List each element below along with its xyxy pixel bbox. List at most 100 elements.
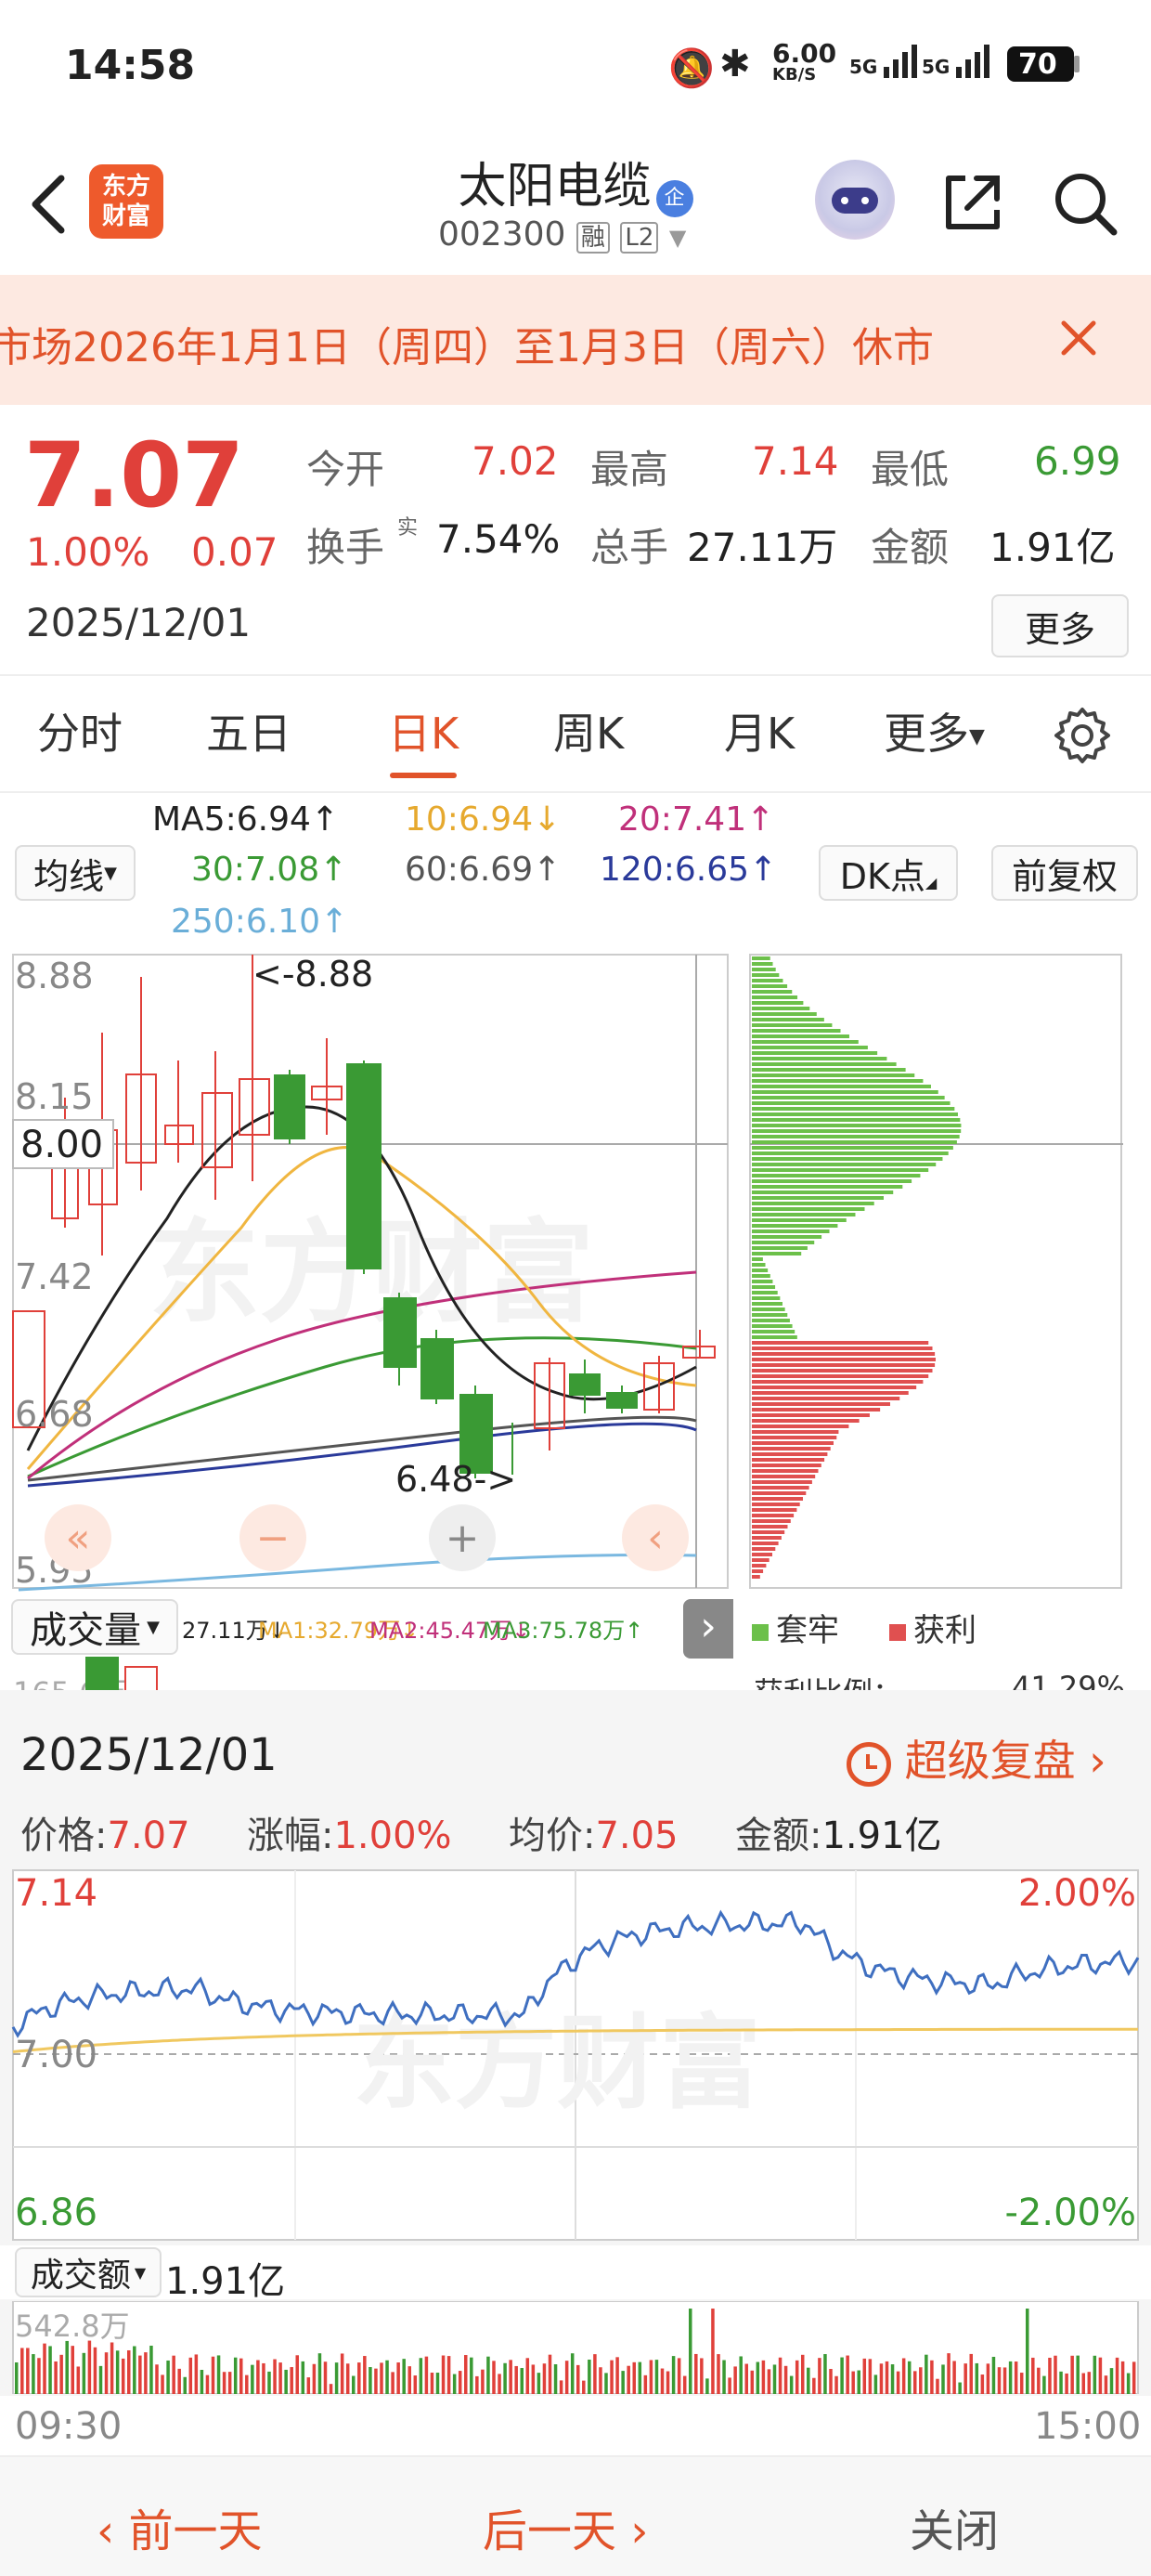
ma30-value: 30:7.08↑ xyxy=(191,851,348,889)
chip-bar xyxy=(752,1090,938,1094)
price-axis-label: 8.88 xyxy=(15,956,94,996)
back-button[interactable] xyxy=(20,167,76,241)
chip-bar xyxy=(752,1441,834,1445)
kline-chart[interactable]: 东方财富 8.88 8.15 7.42 6.68 5.95 8.00 <-8.8… xyxy=(0,949,743,1599)
amount-bar xyxy=(925,2354,928,2394)
expand-panel-button[interactable]: › xyxy=(683,1599,733,1659)
amount-bar xyxy=(564,2361,569,2394)
chip-bar xyxy=(752,1001,804,1005)
corner-triangle-icon: ◢ xyxy=(925,874,938,891)
tab-monthly-k[interactable]: 月K xyxy=(724,700,795,761)
amount-bar xyxy=(391,2372,394,2394)
amount-bar xyxy=(700,2358,704,2394)
amount-bar xyxy=(267,2371,271,2394)
legend-profit: 获利 xyxy=(889,1605,976,1650)
chip-bar xyxy=(752,1425,849,1428)
chip-bar xyxy=(752,1163,937,1166)
more-button[interactable]: 更多 xyxy=(991,594,1129,657)
amount-bar xyxy=(1059,2371,1063,2394)
replay-price: 7.07 xyxy=(107,1815,190,1857)
amount-bar xyxy=(352,2375,356,2394)
stock-title[interactable]: 太阳电缆 企 xyxy=(390,147,761,217)
prev-day-button[interactable]: ‹ 前一天 xyxy=(97,2494,262,2559)
eastmoney-logo[interactable]: 东方 财富 xyxy=(89,164,163,239)
chip-bar xyxy=(752,984,788,988)
scroll-left-button[interactable]: ‹ xyxy=(622,1504,689,1571)
amount-bar xyxy=(789,2375,794,2394)
next-day-button[interactable]: 后一天 › xyxy=(483,2494,648,2559)
crosshair-price: 8.00 xyxy=(20,1124,103,1166)
amount-indicator-select[interactable]: 成交额 ▼ xyxy=(15,2247,162,2297)
high-label: 最高 xyxy=(590,447,669,492)
replay-amount: 1.91亿 xyxy=(821,1815,942,1857)
amount-bar xyxy=(369,2367,372,2394)
ma10-value: 10:6.94↓ xyxy=(405,800,562,839)
ma-bar: MA5:6.94↑ 10:6.94↓ 20:7.41↑ 30:7.08↑ 60:… xyxy=(0,793,1151,949)
tab-weekly-k[interactable]: 周K xyxy=(553,700,624,761)
stock-code-row[interactable]: 002300 融 L2 ▼ xyxy=(438,215,686,254)
amount-bar xyxy=(548,2354,552,2394)
zoom-in-button[interactable]: + xyxy=(429,1504,496,1571)
amount-bar xyxy=(778,2357,782,2394)
scroll-left-fast-button[interactable]: « xyxy=(45,1504,111,1571)
low-label: 最低 xyxy=(871,447,950,492)
amount-bar xyxy=(936,2378,939,2394)
amount-bar xyxy=(194,2354,199,2394)
zoom-out-button[interactable]: − xyxy=(239,1504,306,1571)
intraday-amount-bars: 542.8万 xyxy=(12,2301,1139,2394)
chip-bar xyxy=(752,1073,915,1077)
amount-label: 金额 xyxy=(871,525,950,570)
chip-bar xyxy=(752,1374,929,1378)
indicator-select[interactable]: 均线 ▼ xyxy=(15,845,136,901)
robot-assistant-icon[interactable] xyxy=(815,160,895,240)
amount-bar xyxy=(694,2353,698,2394)
notice-bar[interactable]: 市场2026年1月1日（周四）至1月3日（周六）休市 xyxy=(0,275,1151,405)
search-icon[interactable] xyxy=(1049,167,1123,241)
amount-bar xyxy=(689,2309,692,2394)
amount-bar xyxy=(239,2358,243,2394)
amount-bar xyxy=(413,2375,418,2394)
super-replay-link[interactable]: 超级复盘 › xyxy=(847,1727,1106,1789)
amount-bar xyxy=(172,2355,175,2394)
tab-daily-k[interactable]: 日K xyxy=(388,700,459,761)
amount-bar xyxy=(733,2366,737,2394)
chip-bar xyxy=(752,968,776,971)
chip-bar xyxy=(752,1151,949,1155)
chevron-right-icon: › xyxy=(1089,1736,1106,1786)
amount-bar xyxy=(385,2360,389,2394)
amount-bar xyxy=(801,2354,805,2394)
chip-bar xyxy=(752,1229,830,1233)
settings-gear-icon[interactable] xyxy=(1053,706,1112,765)
close-notice-button[interactable] xyxy=(1051,310,1106,366)
chip-bar xyxy=(752,1491,807,1495)
amount-bar xyxy=(245,2374,249,2394)
chevron-right-icon: › xyxy=(616,2505,649,2557)
chip-bar xyxy=(752,1274,770,1278)
chip-bar xyxy=(752,1107,955,1111)
tab-five-day[interactable]: 五日 xyxy=(206,700,291,761)
close-button[interactable]: 关闭 xyxy=(910,2494,999,2559)
amount-bar xyxy=(901,2358,906,2394)
chip-distribution-chart[interactable] xyxy=(748,949,1123,1590)
amount-bar xyxy=(666,2371,670,2394)
chip-bar xyxy=(752,1241,815,1244)
amount-bar xyxy=(138,2355,142,2394)
amount-bar xyxy=(396,2362,400,2394)
chip-bar xyxy=(752,1324,793,1328)
volume-indicator-select[interactable]: 成交量 ▼ xyxy=(11,1599,178,1655)
amount-bar xyxy=(588,2360,591,2394)
share-icon[interactable] xyxy=(938,167,1008,238)
tab-more[interactable]: 更多▼ xyxy=(884,700,985,761)
legend-swatch-green xyxy=(752,1624,769,1641)
chip-bar xyxy=(752,1352,936,1356)
chip-bar xyxy=(752,1062,897,1066)
tab-intraday[interactable]: 分时 xyxy=(37,700,123,761)
adjust-price-button[interactable]: 前复权 xyxy=(991,845,1138,901)
replay-avg: 7.05 xyxy=(595,1815,679,1857)
chip-bar xyxy=(752,1051,878,1055)
dk-point-button[interactable]: DK点 ◢ xyxy=(819,845,958,901)
amount-bar xyxy=(262,2362,265,2394)
intraday-chart[interactable]: 东方财富 7.14 7.00 6.86 2.00% -2.00% xyxy=(0,1867,1151,2244)
chip-bar xyxy=(752,1196,884,1200)
amount-bar xyxy=(807,2367,810,2394)
